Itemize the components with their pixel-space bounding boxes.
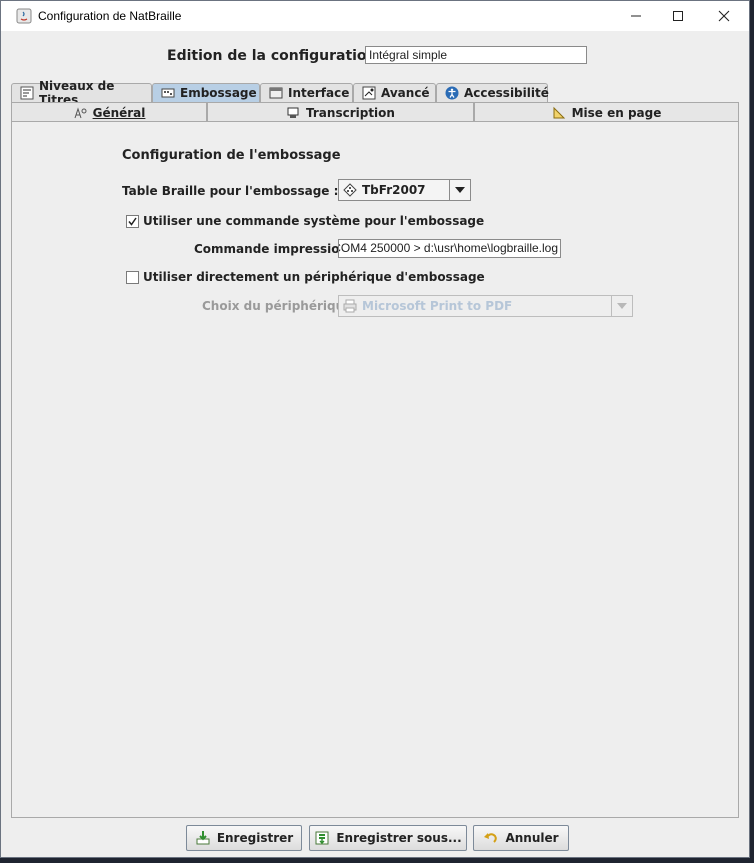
tab-general[interactable]: Général [11, 102, 207, 122]
tab-accessibilite[interactable]: Accessibilité [436, 83, 549, 102]
tab-label: Avancé [381, 86, 430, 100]
use-device-checkbox[interactable] [126, 271, 139, 284]
tab-label: Général [92, 105, 146, 120]
section-title: Configuration de l'embossage [122, 148, 341, 163]
minimize-button[interactable] [613, 1, 659, 31]
use-device-label: Utiliser directement un périphérique d'e… [143, 270, 485, 284]
edition-row: Edition de la configuration : Intégral s… [1, 45, 749, 67]
save-as-button[interactable]: Enregistrer sous... [309, 825, 467, 851]
command-input[interactable]: COM4 250000 > d:\usr\home\logbraille.log [338, 239, 561, 258]
close-icon [718, 10, 730, 22]
minimize-icon [631, 15, 641, 17]
general-icon [73, 106, 87, 120]
layout-icon [552, 106, 566, 120]
embossage-panel: Configuration de l'embossage Table Brail… [11, 121, 739, 818]
tab-label: Transcription [306, 105, 395, 120]
tab-niveaux-de-titres[interactable]: Niveaux de Titres [11, 79, 152, 107]
use-command-label: Utiliser une commande système pour l'emb… [143, 214, 485, 228]
maximize-button[interactable] [655, 1, 701, 31]
headings-icon [20, 86, 34, 100]
printer-icon [342, 298, 358, 314]
undo-icon [483, 830, 499, 846]
edition-label: Edition de la configuration : [167, 48, 387, 64]
tab-embossage[interactable]: Embossage [152, 83, 260, 102]
window-title: Configuration de NatBraille [38, 9, 182, 23]
command-value: COM4 250000 > d:\usr\home\logbraille.log [338, 241, 558, 255]
edition-name-input[interactable]: Intégral simple [365, 46, 587, 64]
device-select[interactable]: Microsoft Print to PDF [338, 295, 633, 317]
tab-mise-en-page[interactable]: Mise en page [474, 102, 739, 122]
tab-label: Embossage [180, 86, 257, 100]
braille-table-label: Table Braille pour l'embossage : [122, 184, 339, 198]
braille-table-value: TbFr2007 [362, 183, 426, 197]
cancel-label: Annuler [505, 831, 559, 845]
tabs-bottom-row: Général Transcription Mise en page [11, 102, 739, 122]
save-label: Enregistrer [216, 831, 294, 845]
use-command-checkbox[interactable] [126, 215, 139, 228]
device-value: Microsoft Print to PDF [362, 299, 513, 313]
tab-label: Mise en page [571, 105, 662, 120]
config-dialog: Configuration de NatBraille Edition de l… [0, 0, 750, 858]
save-as-label: Enregistrer sous... [336, 831, 462, 845]
braille-table-icon [342, 182, 358, 198]
tab-label: Interface [288, 86, 350, 100]
save-button[interactable]: Enregistrer [186, 825, 302, 851]
maximize-icon [673, 11, 683, 21]
title-bar: Configuration de NatBraille [1, 1, 749, 31]
chevron-down-icon[interactable] [611, 296, 632, 316]
chevron-down-icon[interactable] [449, 180, 470, 200]
embosser-icon [161, 86, 175, 100]
close-button[interactable] [701, 1, 747, 31]
advanced-icon [362, 86, 376, 100]
save-icon [195, 830, 211, 846]
tab-interface[interactable]: Interface [260, 83, 353, 102]
transcription-icon [286, 106, 300, 120]
braille-table-select[interactable]: TbFr2007 [338, 179, 471, 201]
tab-label: Accessibilité [464, 86, 549, 100]
interface-icon [269, 86, 283, 100]
checkmark-icon [128, 217, 137, 226]
accessibility-icon [445, 86, 459, 100]
cancel-button[interactable]: Annuler [473, 825, 569, 851]
save-as-icon [314, 830, 330, 846]
java-app-icon [16, 8, 32, 24]
tab-transcription[interactable]: Transcription [207, 102, 474, 122]
tab-avance[interactable]: Avancé [353, 83, 436, 102]
command-label: Commande impression : [194, 242, 358, 256]
